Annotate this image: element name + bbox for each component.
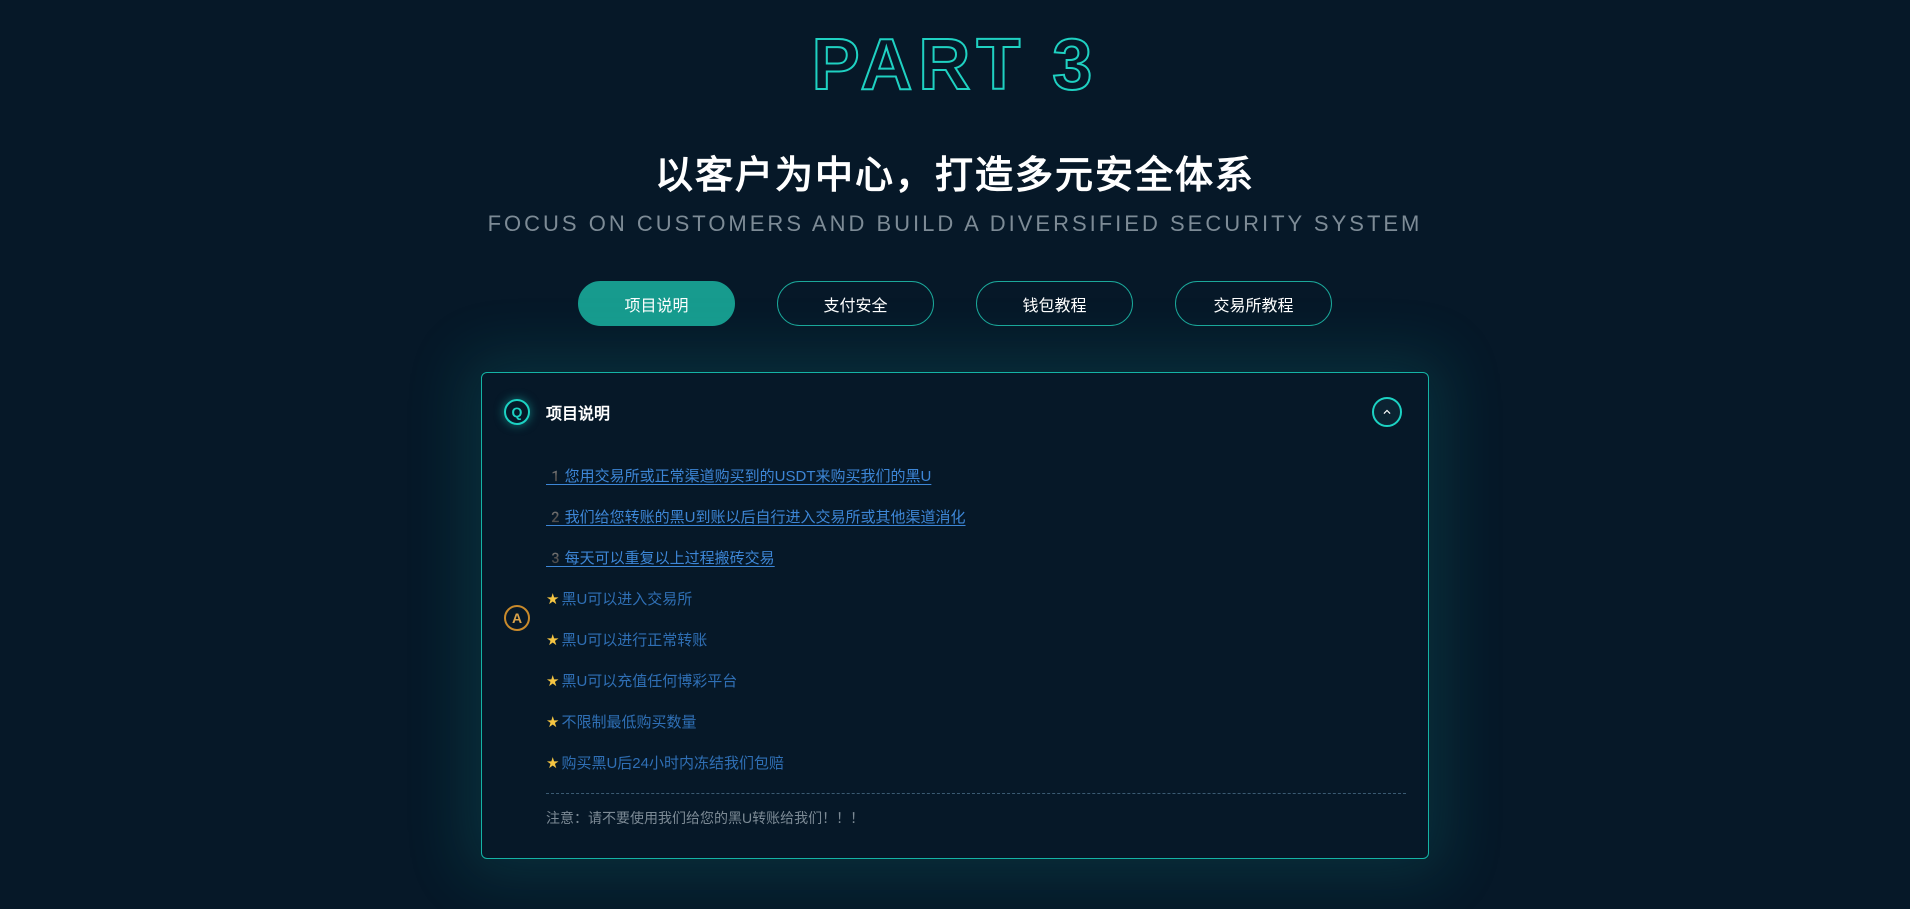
tab-bar: 项目说明 支付安全 钱包教程 交易所教程 xyxy=(578,281,1332,326)
star-icon: ★ xyxy=(546,714,559,731)
section-subtitle-en: FOCUS ON CUSTOMERS AND BUILD A DIVERSIFI… xyxy=(488,211,1423,237)
star-item-text: 不限制最低购买数量 xyxy=(561,714,696,731)
star-item-text: 黑U可以进入交易所 xyxy=(561,591,692,608)
list-item: 1️您用交易所或正常渠道购买到的USDT来购买我们的黑U xyxy=(546,465,1406,486)
faq-note: 注意：请不要使用我们给您的黑U转账给我们！！！ xyxy=(546,808,1406,828)
faq-panel: Q 项目说明 A 1️您用交易所或正常渠道购买到的USDT来购买我们的黑U 2️… xyxy=(481,372,1429,859)
tab-wallet-tutorial[interactable]: 钱包教程 xyxy=(976,281,1133,326)
tab-exchange-tutorial[interactable]: 交易所教程 xyxy=(1175,281,1332,326)
star-item-text: 黑U可以充值任何博彩平台 xyxy=(561,673,737,690)
list-item: ★黑U可以进入交易所 xyxy=(546,588,1406,609)
a-badge-icon: A xyxy=(504,605,530,631)
tab-project-description[interactable]: 项目说明 xyxy=(578,281,735,326)
star-icon: ★ xyxy=(546,591,559,608)
divider-line xyxy=(546,793,1406,794)
faq-question-row: Q 项目说明 xyxy=(504,399,1406,425)
list-item: 2️我们给您转账的黑U到账以后自行进入交易所或其他渠道消化 xyxy=(546,506,1406,527)
tab-payment-security[interactable]: 支付安全 xyxy=(777,281,934,326)
star-item-text: 购买黑U后24小时内冻结我们包赔 xyxy=(561,755,784,772)
faq-answer-body: 1️您用交易所或正常渠道购买到的USDT来购买我们的黑U 2️我们给您转账的黑U… xyxy=(546,465,1406,828)
star-icon: ★ xyxy=(546,755,559,772)
list-item: ★黑U可以进行正常转账 xyxy=(546,629,1406,650)
list-item: ★不限制最低购买数量 xyxy=(546,711,1406,732)
star-icon: ★ xyxy=(546,632,559,649)
collapse-button[interactable] xyxy=(1372,397,1402,427)
star-icon: ★ xyxy=(546,673,559,690)
list-item: ★购买黑U后24小时内冻结我们包赔 xyxy=(546,752,1406,773)
q-badge-icon: Q xyxy=(504,399,530,425)
chevron-up-icon xyxy=(1380,405,1394,419)
faq-question-title: 项目说明 xyxy=(546,400,610,424)
list-item: ★黑U可以充值任何博彩平台 xyxy=(546,670,1406,691)
section-subtitle-zh: 以客户为中心，打造多元安全体系 xyxy=(655,144,1255,199)
star-item-text: 黑U可以进行正常转账 xyxy=(561,632,707,649)
list-item: 3️每天可以重复以上过程搬砖交易 xyxy=(546,547,1406,568)
section-part-title: PART 3 xyxy=(812,24,1099,106)
faq-answer-section: A 1️您用交易所或正常渠道购买到的USDT来购买我们的黑U 2️我们给您转账的… xyxy=(504,465,1406,858)
